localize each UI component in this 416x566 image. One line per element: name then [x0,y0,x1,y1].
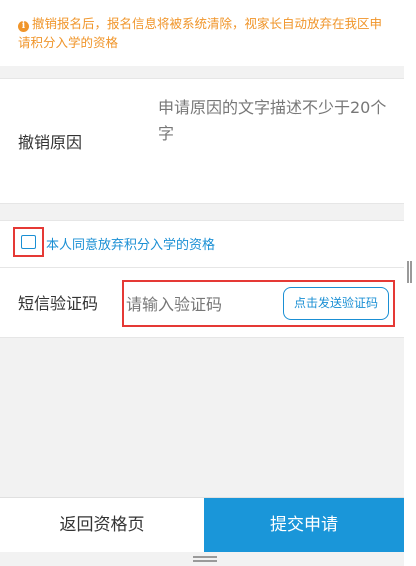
notice-banner: i 撤销报名后，报名信息将被系统清除，视家长自动放弃在我区申请积分入学的资格 [0,0,404,66]
sms-code-input[interactable] [126,292,276,316]
cancel-reason-section: 撤销原因 [0,78,404,204]
sms-code-section: 短信验证码 点击发送验证码 [0,268,404,338]
sms-code-label: 短信验证码 [18,294,99,313]
send-code-button[interactable]: 点击发送验证码 [283,287,389,320]
resize-handle-icon[interactable] [193,556,217,563]
agree-checkbox[interactable] [21,235,36,249]
page: i 撤销报名后，报名信息将被系统清除，视家长自动放弃在我区申请积分入学的资格 撤销… [0,0,404,566]
scrollbar[interactable] [404,0,416,566]
notice-text: 撤销报名后，报名信息将被系统清除，视家长自动放弃在我区申请积分入学的资格 [18,16,383,50]
submit-button[interactable]: 提交申请 [204,498,404,552]
info-icon: i [18,21,29,32]
footer-bar: 返回资格页 提交申请 [0,497,404,552]
back-button[interactable]: 返回资格页 [0,498,204,552]
cancel-reason-input[interactable] [158,95,390,195]
agreement-row[interactable]: 本人同意放弃积分入学的资格 [0,220,404,268]
scrollbar-grip-icon[interactable] [407,261,413,283]
cancel-reason-label: 撤销原因 [18,133,83,152]
sms-code-highlight: 点击发送验证码 [122,280,395,327]
checkbox-highlight [13,227,44,257]
agreement-text[interactable]: 本人同意放弃积分入学的资格 [46,234,215,253]
